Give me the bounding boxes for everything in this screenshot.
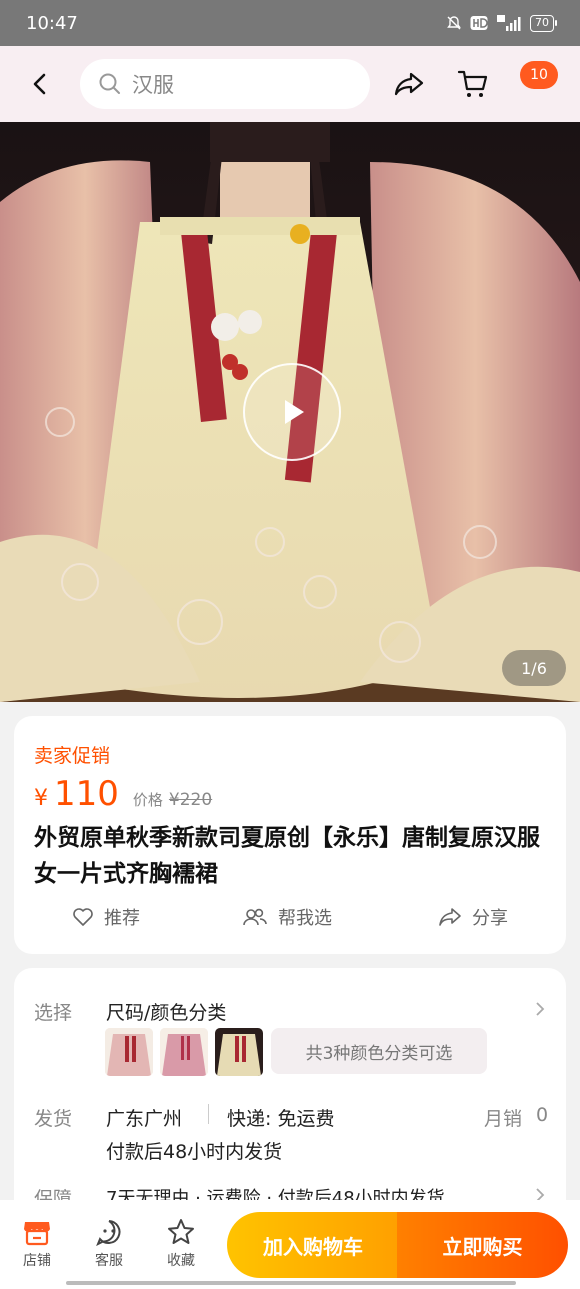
favorite-tab[interactable]: 收藏 (153, 1218, 209, 1270)
play-video-button[interactable] (243, 363, 341, 461)
hd-icon (470, 15, 488, 31)
promo-label: 卖家促销 (34, 745, 111, 767)
search-bar[interactable]: 汉服 (80, 59, 370, 109)
price-row: ¥ 110 价格 ¥220 (34, 774, 212, 814)
top-nav: 汉服 10 (0, 46, 580, 122)
buy-now-button[interactable]: 立即购买 (397, 1212, 568, 1278)
recommend-button[interactable]: 推荐 (72, 904, 140, 930)
share-icon (394, 72, 424, 96)
product-actions: 推荐 帮我选 分享 (14, 904, 566, 934)
status-bar: 10:47 70 (0, 0, 580, 46)
image-counter: 1/6 (502, 650, 566, 686)
chevron-right-icon[interactable] (534, 1000, 546, 1018)
cart-icon (457, 70, 488, 97)
chevron-left-icon (33, 73, 46, 95)
current-price: 110 (54, 774, 119, 814)
monthly-sales-label: 月销 (484, 1108, 523, 1130)
share-label: 分享 (472, 908, 508, 929)
mute-icon (446, 15, 462, 31)
battery-icon: 70 (530, 14, 557, 32)
status-time: 10:47 (26, 12, 78, 34)
store-tab[interactable]: 店铺 (9, 1218, 65, 1270)
share-icon (439, 908, 461, 926)
ship-label: 发货 (34, 1108, 73, 1130)
play-icon (285, 400, 304, 424)
add-to-cart-button[interactable]: 加入购物车 (227, 1212, 399, 1278)
product-info-card: 卖家促销 ¥ 110 价格 ¥220 外贸原单秋季新款司夏原创【永乐】唐制复原汉… (14, 716, 566, 954)
ship-time: 付款后48小时内发货 (106, 1141, 283, 1163)
ship-origin: 广东广州 (106, 1108, 183, 1130)
color-options-pill[interactable]: 共3种颜色分类可选 (271, 1028, 487, 1074)
heart-icon (73, 908, 93, 926)
monthly-sales-value: 0 (536, 1104, 549, 1126)
store-icon (24, 1222, 50, 1246)
select-label: 选择 (34, 1002, 73, 1024)
original-price: ¥220 (168, 790, 213, 810)
favorite-label: 收藏 (167, 1253, 195, 1269)
search-icon (99, 73, 120, 94)
original-price-label: 价格 (132, 791, 163, 809)
people-icon (243, 908, 267, 926)
status-icons: 70 (446, 14, 557, 32)
customer-service-icon (96, 1220, 121, 1246)
color-thumb-3[interactable] (215, 1028, 263, 1076)
recommend-label: 推荐 (104, 908, 140, 929)
share-button[interactable] (383, 58, 435, 110)
product-image-carousel[interactable]: 1/6 (0, 122, 580, 702)
ship-method: 快递: 免运费 (227, 1108, 335, 1130)
bottom-action-bar: 店铺 客服 收藏 加入购物车 立即购买 (0, 1200, 580, 1289)
select-value[interactable]: 尺码/颜色分类 (106, 998, 226, 1025)
back-button[interactable] (0, 46, 80, 122)
search-placeholder: 汉服 (132, 73, 174, 97)
help-choose-label: 帮我选 (278, 908, 332, 929)
spec-card: 选择 尺码/颜色分类 共3种颜色分类可选 发货 广东广州 快递: 免运费 月销 … (14, 968, 566, 1228)
currency-symbol: ¥ (34, 786, 48, 811)
cart-count-badge: 10 (520, 61, 558, 89)
color-thumb-1[interactable] (105, 1028, 153, 1076)
product-title: 外贸原单秋季新款司夏原创【永乐】唐制复原汉服女一片式齐胸襦裙 (34, 825, 540, 887)
home-indicator[interactable] (66, 1281, 516, 1285)
divider (208, 1104, 209, 1124)
cart-button[interactable] (447, 58, 499, 110)
share-product-button[interactable]: 分享 (438, 904, 508, 930)
store-label: 店铺 (23, 1253, 51, 1269)
signal-5g-icon (496, 14, 522, 32)
service-label: 客服 (95, 1253, 123, 1269)
color-thumb-2[interactable] (160, 1028, 208, 1076)
star-icon (168, 1219, 194, 1244)
service-tab[interactable]: 客服 (81, 1218, 137, 1270)
help-choose-button[interactable]: 帮我选 (242, 904, 332, 930)
